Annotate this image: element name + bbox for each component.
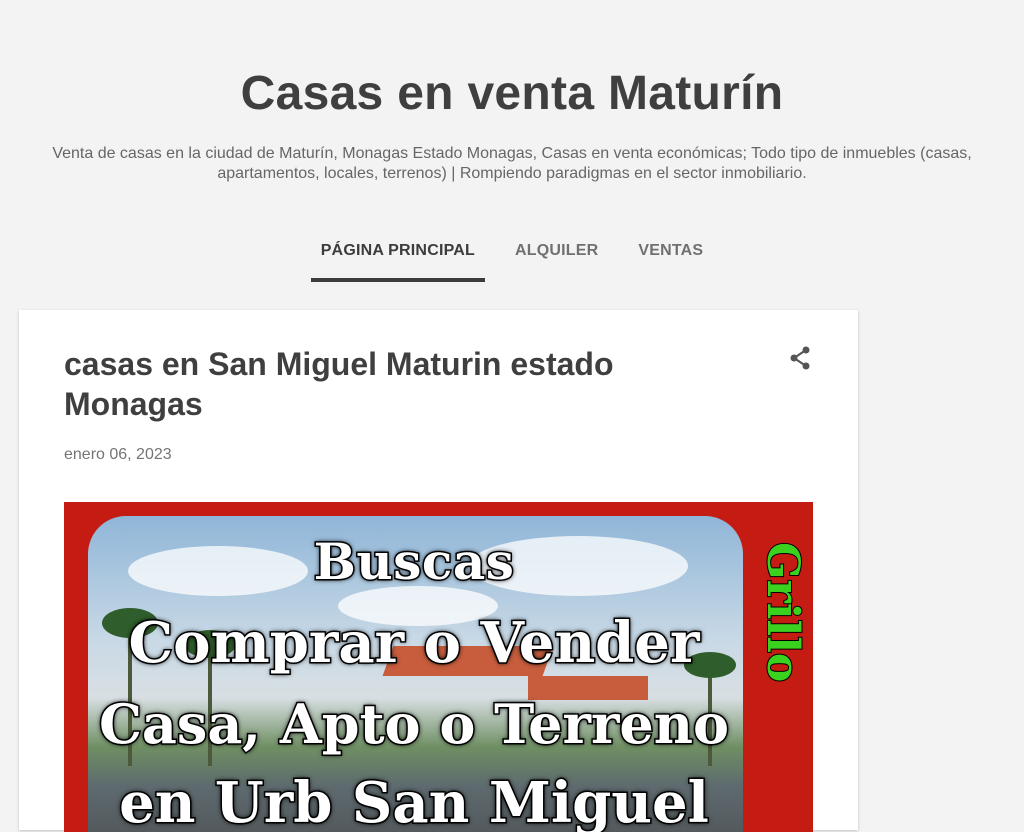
ad-side-text: Grillo	[756, 541, 809, 683]
ad-line-3: Casa, Apto o Terreno	[97, 691, 730, 758]
post-title[interactable]: casas en San Miguel Maturin estado Monag…	[64, 344, 704, 424]
tab-pagina-principal[interactable]: PÁGINA PRINCIPAL	[310, 240, 486, 282]
ad-line-1: Buscas	[312, 531, 515, 593]
tab-ventas[interactable]: VENTAS	[628, 240, 713, 278]
site-title[interactable]: Casas en venta Maturín	[0, 0, 1024, 122]
share-icon[interactable]	[789, 346, 811, 370]
main-nav: PÁGINA PRINCIPAL ALQUILER VENTAS	[0, 240, 1024, 282]
post-date[interactable]: enero 06, 2023	[64, 446, 172, 464]
post-featured-image[interactable]: Buscas Comprar o Vender Casa, Apto o Ter…	[64, 502, 813, 832]
blog-header: Casas en venta Maturín Venta de casas en…	[0, 0, 1024, 282]
site-description: Venta de casas en la ciudad de Maturín, …	[52, 145, 972, 182]
post-card: casas en San Miguel Maturin estado Monag…	[19, 310, 858, 832]
ad-line-2: Comprar o Vender	[127, 609, 701, 678]
tab-alquiler[interactable]: ALQUILER	[505, 240, 608, 278]
ad-line-4: en Urb San Miguel	[118, 769, 711, 832]
